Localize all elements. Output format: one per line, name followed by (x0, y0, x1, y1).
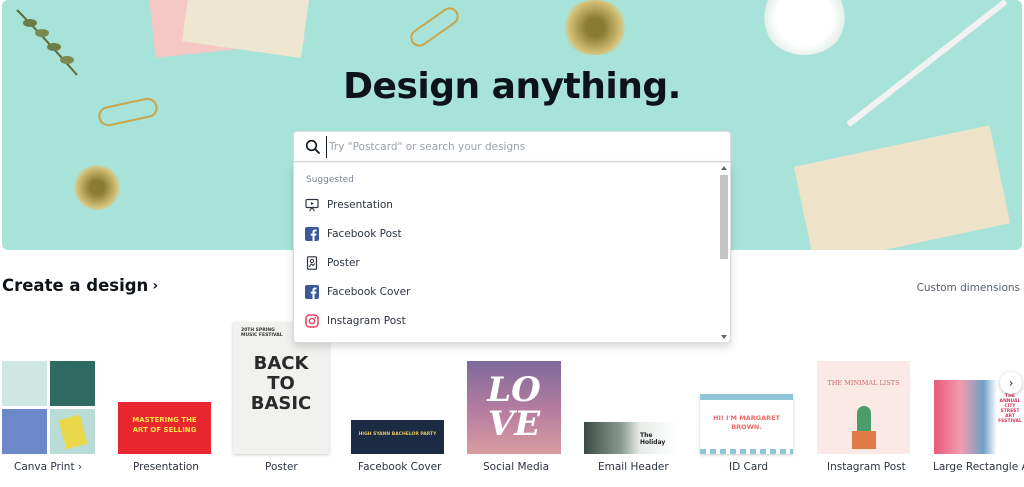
suggestion-label: Instagram Post (327, 315, 406, 327)
thumbnail-text: The Holiday (640, 432, 666, 446)
suggestion-label: Poster (327, 257, 360, 269)
suggestion-label: Presentation (327, 199, 393, 211)
pencil-decoration (846, 0, 1008, 127)
chevron-right-icon: › (1008, 376, 1014, 390)
search-icon (305, 139, 321, 155)
suggestion-facebook-cover[interactable]: Facebook Cover (294, 278, 718, 306)
thumbnail-text: BROWN. (731, 423, 762, 431)
thumbnail-text: MASTERING THE (132, 416, 197, 424)
paperclip-decoration (406, 3, 463, 51)
thumbnail-text: 20TH SPRING MUSIC FESTIVAL (241, 328, 283, 338)
facebook-cover-thumbnail[interactable]: HIGH SYANN BACHELOR PARTY (351, 420, 444, 454)
chevron-right-icon: › (152, 277, 159, 294)
search-input[interactable] (326, 136, 716, 158)
card-label-social-media[interactable]: Social Media (483, 461, 549, 473)
facebook-icon (305, 285, 319, 299)
create-a-design-link[interactable]: Create a design › (2, 276, 158, 295)
card-label-instagram-post[interactable]: Instagram Post (827, 461, 906, 473)
paper-sheet-decoration (793, 125, 1011, 250)
presentation-thumbnail[interactable]: MASTERING THE ART OF SELLING (118, 402, 211, 454)
thumbnail-text: HI! I'M MARGARET (713, 414, 780, 422)
card-label-email-header[interactable]: Email Header (598, 461, 669, 473)
section-title: Create a design (2, 276, 149, 295)
thumbnail-text: THE ANNUAL CITY STREET ART FESTIVAL (998, 394, 1022, 424)
scroll-up-arrow-icon[interactable] (721, 166, 727, 170)
chevron-right-icon: › (77, 461, 83, 473)
suggestion-instagram-post[interactable]: Instagram Post (294, 307, 718, 335)
suggestion-presentation[interactable]: Presentation (294, 191, 718, 219)
thumbnail-text: TO (267, 373, 295, 394)
flower-decoration (72, 165, 122, 210)
social-media-thumbnail[interactable]: LO VE (467, 361, 561, 454)
thumbnail-text: BACK (253, 353, 309, 374)
hero-title: Design anything. (343, 66, 681, 107)
thumbnail-text: HIGH SYANN BACHELOR PARTY (358, 432, 437, 437)
card-label-presentation[interactable]: Presentation (133, 461, 199, 473)
search-bar[interactable] (293, 131, 731, 162)
scroll-down-arrow-icon[interactable] (721, 335, 727, 339)
card-label-facebook-cover[interactable]: Facebook Cover (358, 461, 441, 473)
suggested-heading: Suggested (306, 175, 354, 185)
thumbnail-text: THE MINIMAL LISTS (827, 379, 900, 387)
card-label-poster[interactable]: Poster (265, 461, 298, 473)
search-suggestions-dropdown: Suggested Presentation Facebook Post Pos… (293, 162, 731, 343)
suggestion-facebook-post[interactable]: Facebook Post (294, 220, 718, 248)
flower-decoration (560, 0, 630, 55)
instagram-icon (305, 314, 319, 328)
card-label-large-rectangle-ad[interactable]: Large Rectangle Ad (933, 461, 1024, 473)
email-header-thumbnail[interactable]: The Holiday (584, 422, 677, 454)
card-label-id-card[interactable]: ID Card (729, 461, 768, 473)
scrollbar-thumb[interactable] (720, 175, 728, 259)
suggestion-poster[interactable]: Poster (294, 249, 718, 277)
thumbnail-text: VE (487, 404, 541, 444)
thumbnail-text: BASIC (250, 393, 312, 414)
thumbnail-text: ART OF SELLING (132, 426, 197, 434)
card-label-canva-print[interactable]: Canva Print › (14, 461, 82, 473)
suggestion-label: Facebook Cover (327, 286, 411, 298)
suggestion-label: Facebook Post (327, 228, 402, 240)
canva-print-thumbnail[interactable] (2, 361, 95, 454)
id-card-thumbnail[interactable]: HI! I'M MARGARET BROWN. (700, 394, 793, 454)
presentation-icon (305, 198, 319, 212)
poster-icon (305, 256, 319, 270)
white-flower-decoration (762, 0, 847, 55)
facebook-icon (305, 227, 319, 241)
instagram-post-thumbnail[interactable]: THE MINIMAL LISTS (817, 361, 910, 454)
custom-dimensions-link[interactable]: Custom dimensions (917, 282, 1020, 294)
carousel-next-button[interactable]: › (1000, 372, 1022, 394)
thumbnail-text: LO (487, 370, 541, 410)
